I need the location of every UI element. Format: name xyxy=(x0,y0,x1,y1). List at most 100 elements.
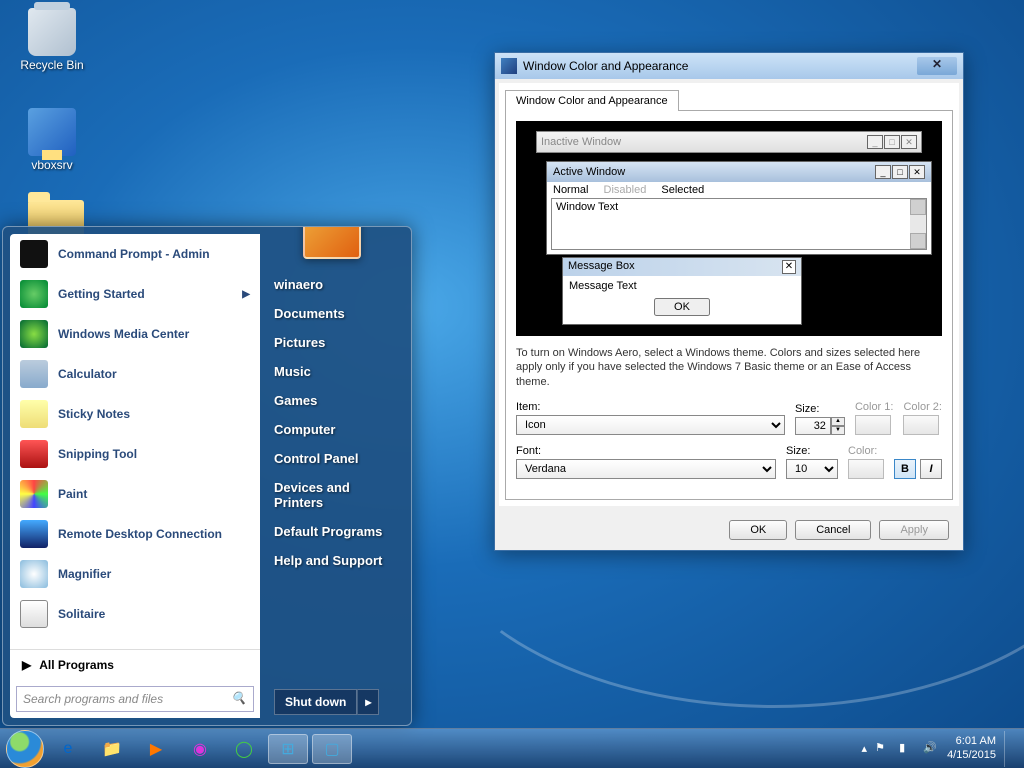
program-command-prompt[interactable]: Command Prompt - Admin xyxy=(10,234,260,274)
taskbar-app-1[interactable]: ⊞ xyxy=(268,734,308,764)
shutdown-options-button[interactable]: ▸ xyxy=(357,689,379,715)
program-label: Paint xyxy=(58,487,87,501)
link-help-support[interactable]: Help and Support xyxy=(274,553,397,568)
chevron-right-icon: ▶ xyxy=(242,289,250,300)
font-style-field: B I xyxy=(894,445,942,479)
preview-inactive-window: Inactive Window _□✕ xyxy=(536,131,922,153)
link-pictures[interactable]: Pictures xyxy=(274,335,397,350)
program-solitaire[interactable]: Solitaire xyxy=(10,594,260,634)
item-label: Item: xyxy=(516,401,785,413)
size2-field: Size: 10 xyxy=(786,445,838,479)
minimize-icon: _ xyxy=(875,165,891,179)
program-calculator[interactable]: Calculator xyxy=(10,354,260,394)
program-snipping-tool[interactable]: Snipping Tool xyxy=(10,434,260,474)
show-hidden-icon[interactable]: ▴ xyxy=(862,742,868,755)
minimize-icon: _ xyxy=(867,135,883,149)
all-programs[interactable]: ▶All Programs xyxy=(10,649,260,680)
program-paint[interactable]: Paint xyxy=(10,474,260,514)
spin-down-icon[interactable]: ▼ xyxy=(831,426,845,435)
remote-desktop-icon xyxy=(20,520,48,548)
window-buttons: _□✕ xyxy=(875,165,925,179)
dialog-body: Window Color and Appearance Inactive Win… xyxy=(499,83,959,506)
dialog-titlebar[interactable]: Window Color and Appearance ✕ xyxy=(495,53,963,79)
color1-field: Color 1: xyxy=(855,401,894,435)
size1-label: Size: xyxy=(795,403,845,415)
app-icon: ▢ xyxy=(324,739,339,759)
search-input[interactable]: Search programs and files 🔍 xyxy=(16,686,254,712)
clock[interactable]: 6:01 AM 4/15/2015 xyxy=(947,735,996,761)
tab-strip: Window Color and Appearance xyxy=(505,89,953,110)
system-tray: ▴ ⚑ ▮ 🔊 6:01 AM 4/15/2015 xyxy=(862,731,1018,767)
dialog-title: Window Color and Appearance xyxy=(523,59,688,73)
search-placeholder: Search programs and files xyxy=(23,692,163,706)
taskbar-app-2[interactable]: ▢ xyxy=(312,734,352,764)
link-games[interactable]: Games xyxy=(274,393,397,408)
spin-up-icon[interactable]: ▲ xyxy=(831,417,845,426)
taskbar: e 📁 ▶ ◉ ◯ ⊞ ▢ ▴ ⚑ ▮ 🔊 6:01 AM 4/15/2015 xyxy=(0,728,1024,768)
link-computer[interactable]: Computer xyxy=(274,422,397,437)
taskbar-ie[interactable]: e xyxy=(48,734,88,764)
size1-field: Size: ▲▼ xyxy=(795,403,845,435)
size1-spinner[interactable]: ▲▼ xyxy=(795,417,845,435)
all-programs-label: All Programs xyxy=(39,658,114,672)
cancel-button[interactable]: Cancel xyxy=(795,520,871,540)
taskbar-explorer[interactable]: 📁 xyxy=(92,734,132,764)
link-documents[interactable]: Documents xyxy=(274,306,397,321)
ok-button[interactable]: OK xyxy=(729,520,787,540)
color2-button xyxy=(903,415,939,435)
menu-normal: Normal xyxy=(553,184,588,196)
size1-input[interactable] xyxy=(795,417,831,435)
desktop-icon-recycle-bin[interactable]: Recycle Bin xyxy=(14,8,90,72)
program-media-center[interactable]: Windows Media Center xyxy=(10,314,260,354)
program-getting-started[interactable]: Getting Started▶ xyxy=(10,274,260,314)
inactive-title: Inactive Window xyxy=(541,136,621,148)
folder-icon: 📁 xyxy=(102,739,122,759)
apply-button: Apply xyxy=(879,520,949,540)
form-row-1: Item: Icon Size: ▲▼ Color 1: Color 2: xyxy=(516,401,942,435)
program-remote-desktop[interactable]: Remote Desktop Connection xyxy=(10,514,260,554)
size2-select[interactable]: 10 xyxy=(786,459,838,479)
search-icon: 🔍 xyxy=(231,691,247,707)
network-icon[interactable]: ▮ xyxy=(899,741,915,757)
start-button[interactable] xyxy=(6,730,44,768)
clock-date: 4/15/2015 xyxy=(947,749,996,762)
close-button[interactable]: ✕ xyxy=(917,57,957,75)
bold-button[interactable]: B xyxy=(894,459,916,479)
window-color-appearance-dialog: Window Color and Appearance ✕ Window Col… xyxy=(494,52,964,551)
maximize-icon: □ xyxy=(892,165,908,179)
link-devices-printers[interactable]: Devices and Printers xyxy=(274,480,397,510)
sticky-notes-icon xyxy=(20,400,48,428)
program-label: Windows Media Center xyxy=(58,327,189,341)
link-user[interactable]: winaero xyxy=(274,277,397,292)
tab-window-color[interactable]: Window Color and Appearance xyxy=(505,90,679,111)
show-desktop-button[interactable] xyxy=(1004,731,1012,767)
font-select[interactable]: Verdana xyxy=(516,459,776,479)
app-icon: ⊞ xyxy=(281,739,294,759)
font-color-button xyxy=(848,459,884,479)
media-center-icon xyxy=(20,320,48,348)
italic-button[interactable]: I xyxy=(920,459,942,479)
flag-icon[interactable]: ⚑ xyxy=(875,741,891,757)
program-magnifier[interactable]: Magnifier xyxy=(10,554,260,594)
item-select[interactable]: Icon xyxy=(516,415,785,435)
taskbar-media-player[interactable]: ▶ xyxy=(136,734,176,764)
shutdown-button[interactable]: Shut down xyxy=(274,689,357,715)
dialog-buttons: OK Cancel Apply xyxy=(495,510,963,550)
volume-icon[interactable]: 🔊 xyxy=(923,741,939,757)
taskbar-chrome[interactable]: ◯ xyxy=(224,734,264,764)
program-sticky-notes[interactable]: Sticky Notes xyxy=(10,394,260,434)
taskbar-games[interactable]: ◉ xyxy=(180,734,220,764)
link-default-programs[interactable]: Default Programs xyxy=(274,524,397,539)
link-control-panel[interactable]: Control Panel xyxy=(274,451,397,466)
form-row-2: Font: Verdana Size: 10 Color: B I xyxy=(516,445,942,479)
color2-field: Color 2: xyxy=(903,401,942,435)
desktop-icon-vboxsrv[interactable]: vboxsrv xyxy=(14,108,90,172)
user-picture[interactable] xyxy=(303,226,361,259)
program-label: Solitaire xyxy=(58,607,105,621)
ie-icon: e xyxy=(64,740,73,758)
window-buttons: _□✕ xyxy=(867,135,917,149)
link-music[interactable]: Music xyxy=(274,364,397,379)
msgbox-ok-button: OK xyxy=(654,298,710,316)
palette-icon xyxy=(20,480,48,508)
terminal-icon xyxy=(20,240,48,268)
